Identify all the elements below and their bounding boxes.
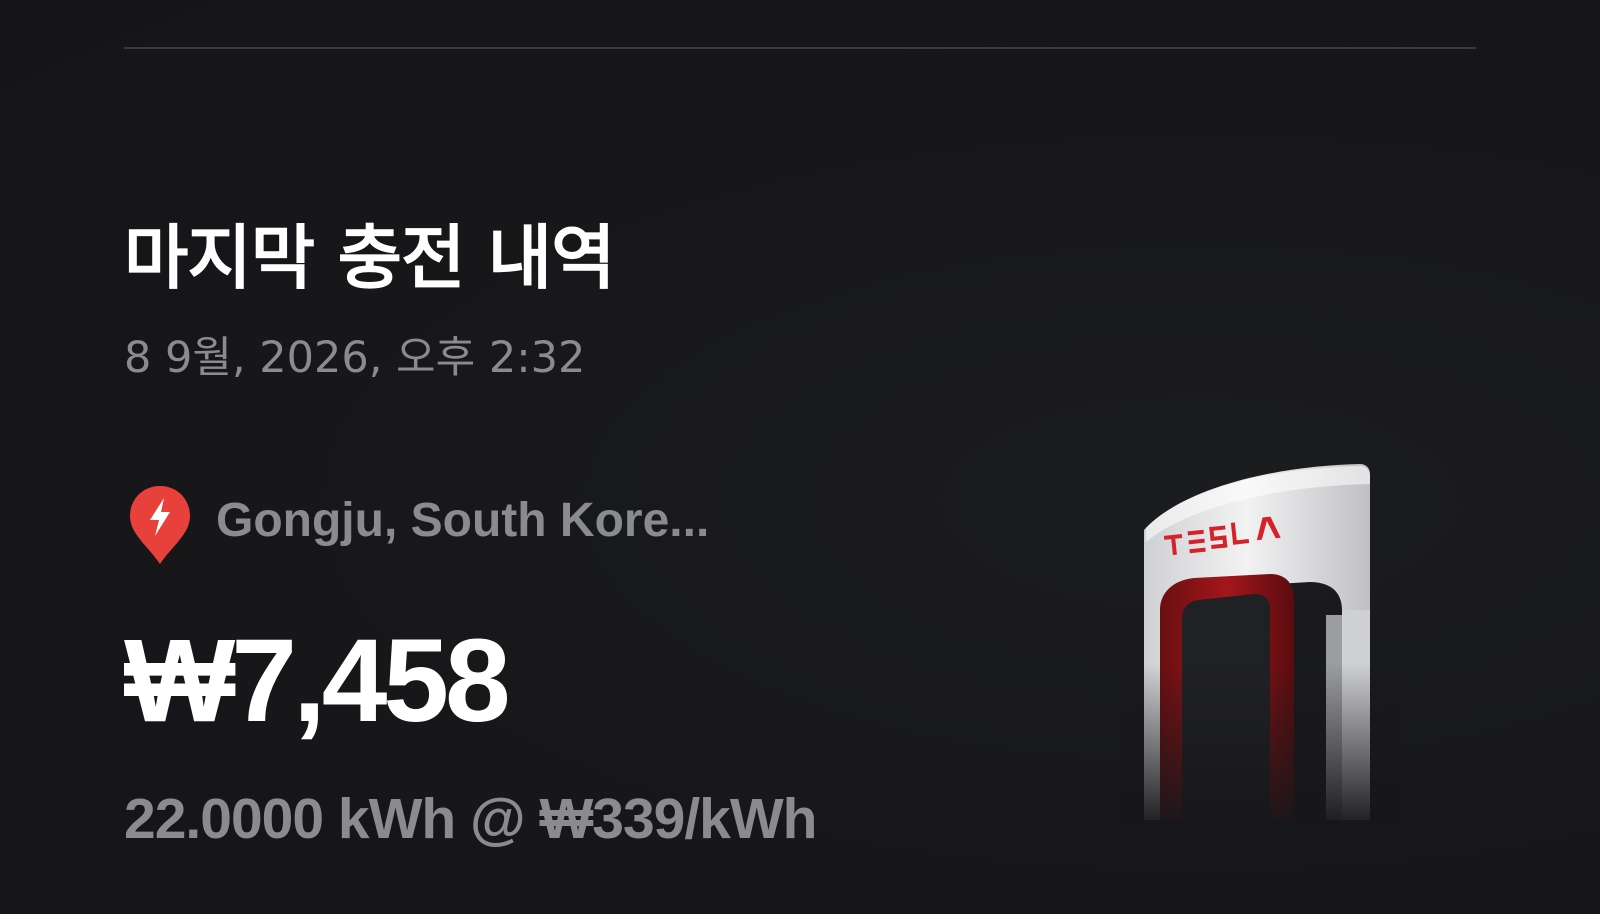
- supercharger-image: [1120, 460, 1400, 830]
- location-name: Gongju, South Kore...: [216, 493, 710, 547]
- charge-datetime: 8 9월, 2026, 오후 2:32: [124, 333, 586, 383]
- location-row[interactable]: Gongju, South Kore...: [128, 484, 709, 566]
- top-divider: [124, 47, 1476, 49]
- charge-amount: ₩7,458: [124, 615, 511, 747]
- energy-summary: 22.0000 kWh @ ₩339/kWh: [124, 787, 818, 851]
- supercharger-pin-icon: [130, 486, 190, 564]
- section-title: 마지막 충전 내역: [124, 217, 616, 299]
